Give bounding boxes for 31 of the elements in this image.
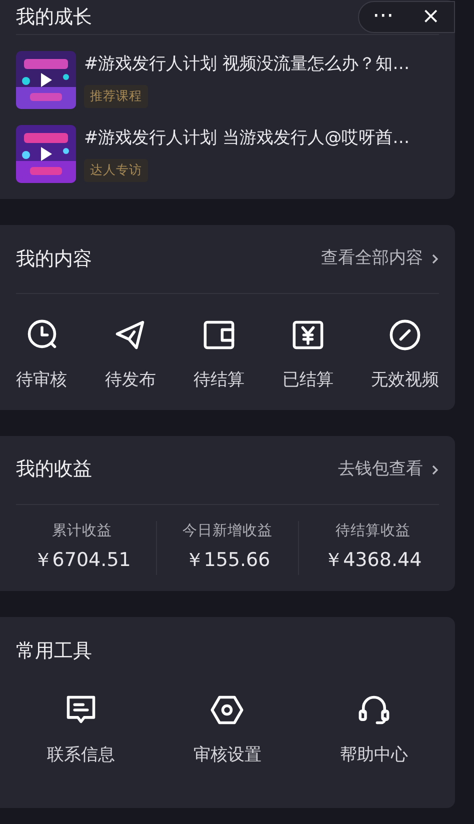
content-status-button[interactable]: 已结算 <box>282 318 334 394</box>
stat-value: ￥6704.51 <box>33 548 131 574</box>
content-status-button[interactable]: 待结算 <box>194 318 244 394</box>
section-title: 常用工具 <box>16 638 92 664</box>
prohibited-icon <box>388 318 422 352</box>
tool-button[interactable]: 帮助中心 <box>340 692 408 768</box>
view-more-link[interactable]: 查看全部内容 <box>321 246 439 272</box>
chevron-right-icon <box>431 464 439 476</box>
tool-button[interactable]: 审核设置 <box>193 692 262 768</box>
wallet-icon <box>202 318 236 352</box>
chevron-right-icon <box>431 253 439 265</box>
tool-button[interactable]: 联系信息 <box>47 692 116 768</box>
stat-value: ￥4368.44 <box>324 548 422 574</box>
close-button[interactable]: × <box>408 2 454 32</box>
section-title: 我的成长 <box>16 4 92 30</box>
stat-label: 待结算收益 <box>335 522 410 540</box>
course-tag: 达人专访 <box>84 159 148 182</box>
section-title: 我的收益 <box>16 457 92 482</box>
content-status-button[interactable]: 待审核 <box>16 318 67 394</box>
section-title: 我的内容 <box>16 246 92 272</box>
content-status-button[interactable]: 无效视频 <box>371 318 439 394</box>
stat-value: ￥155.66 <box>184 548 270 574</box>
content-status-button[interactable]: 待发布 <box>104 318 156 394</box>
yen-icon <box>290 318 325 352</box>
stat-label: 累计收益 <box>52 522 112 540</box>
more-button[interactable]: ··· <box>358 2 408 32</box>
course-title[interactable]: #游戏发行人计划 当游戏发行人@哎呀酋… <box>84 126 410 152</box>
stat-label: 今日新增收益 <box>182 522 272 540</box>
view-more-link[interactable]: 去钱包查看 <box>338 456 439 482</box>
course-tag: 推荐课程 <box>84 85 148 108</box>
course-title[interactable]: #游戏发行人计划 视频没流量怎么办？知… <box>84 52 410 78</box>
